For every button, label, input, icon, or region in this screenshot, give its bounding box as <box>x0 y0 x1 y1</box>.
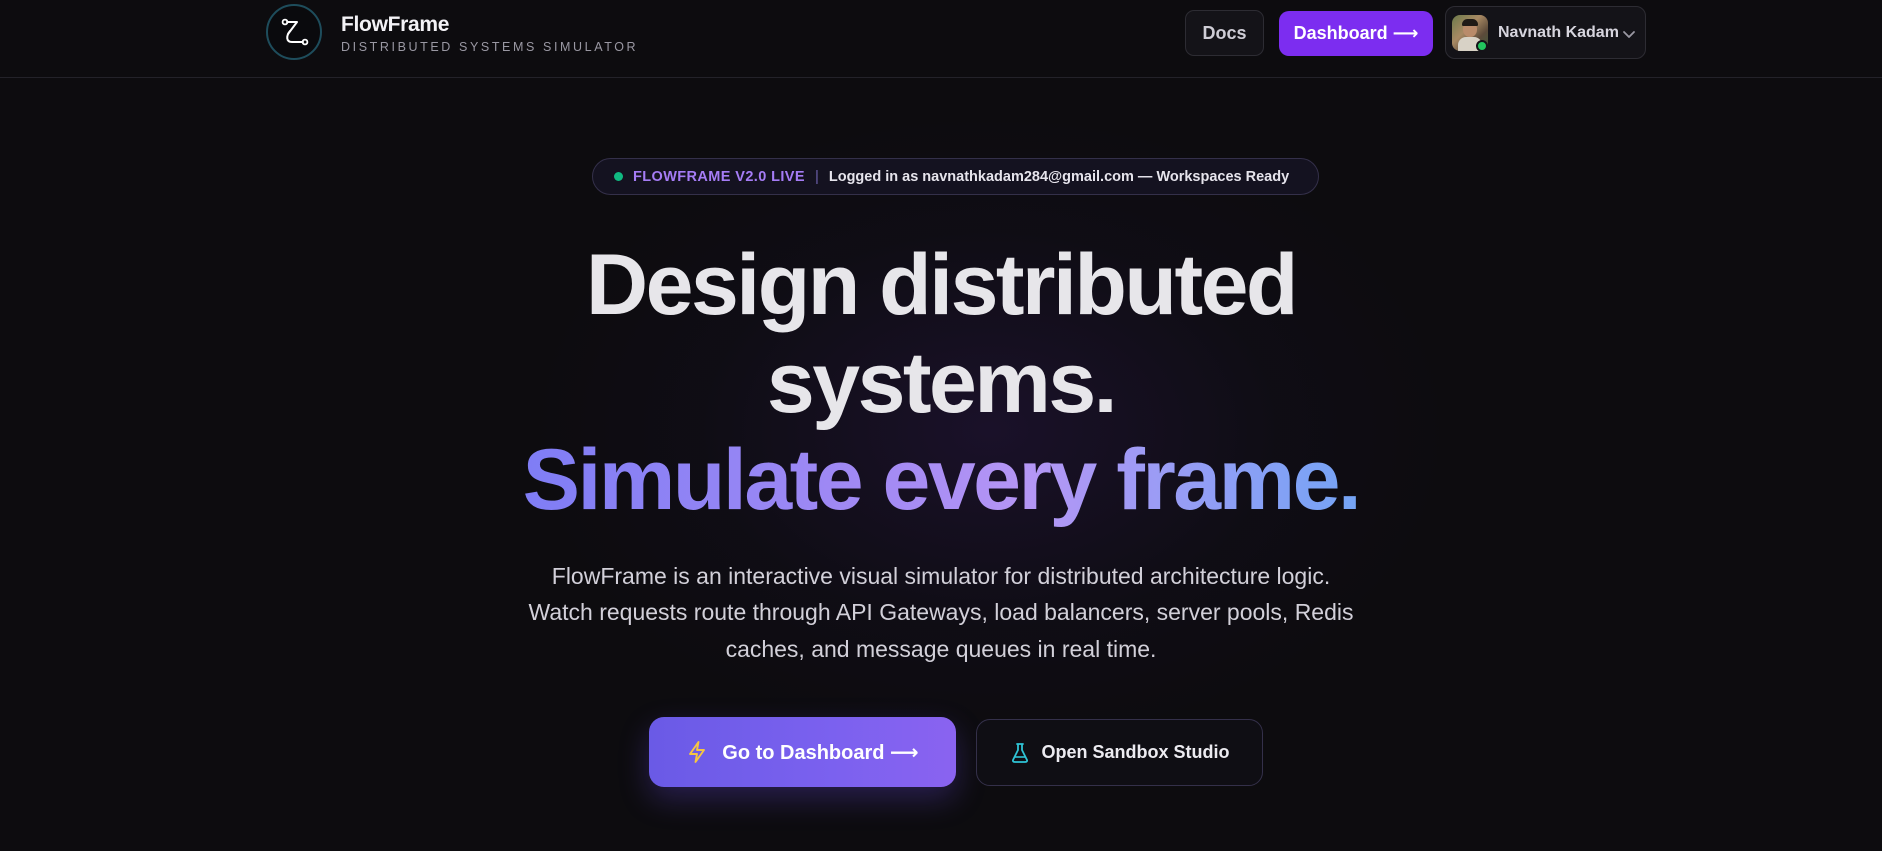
hero-gradient-text: Simulate every frame. <box>522 432 1362 528</box>
hero-heading-line-2: systems. <box>766 335 1118 431</box>
docs-button[interactable]: Docs <box>1185 10 1264 56</box>
lightning-icon <box>686 740 708 764</box>
brand-logo[interactable] <box>266 4 324 62</box>
flask-icon <box>1010 742 1030 764</box>
live-version-label: FLOWFRAME V2.0 LIVE <box>633 168 805 185</box>
status-banner: FLOWFRAME V2.0 LIVE | Logged in as navna… <box>592 158 1319 195</box>
online-status-dot <box>1476 40 1488 52</box>
hero-description-line-1: FlowFrame is an interactive visual simul… <box>551 563 1331 589</box>
brand-subtitle: DISTRIBUTED SYSTEMS SIMULATOR <box>341 40 639 54</box>
chevron-down-icon <box>1622 27 1636 45</box>
open-sandbox-studio-button[interactable]: Open Sandbox Studio <box>976 719 1263 786</box>
open-sandbox-studio-label: Open Sandbox Studio <box>1041 742 1230 762</box>
banner-separator: | <box>814 168 819 185</box>
user-name: Navnath Kadam <box>1498 24 1619 41</box>
hero-description-line-3: caches, and message queues in real time. <box>725 636 1157 662</box>
flowframe-logo-icon <box>266 4 322 60</box>
user-menu[interactable]: Navnath Kadam <box>1445 6 1646 59</box>
hero-description-line-2: Watch requests route through API Gateway… <box>528 599 1354 625</box>
dashboard-button[interactable]: Dashboard ⟶ <box>1279 11 1433 56</box>
brand-name: FlowFrame <box>341 13 450 36</box>
hero-heading-line-1: Design distributed <box>586 237 1298 333</box>
go-to-dashboard-label: Go to Dashboard ⟶ <box>722 741 919 764</box>
hero-heading-line-3: Simulate every frame. <box>0 437 1882 523</box>
login-status-text: Logged in as navnathkadam284@gmail.com —… <box>828 168 1290 185</box>
live-status-dot <box>614 172 623 181</box>
go-to-dashboard-button[interactable]: Go to Dashboard ⟶ <box>649 717 956 787</box>
top-navbar: FlowFrame DISTRIBUTED SYSTEMS SIMULATOR … <box>0 0 1882 78</box>
